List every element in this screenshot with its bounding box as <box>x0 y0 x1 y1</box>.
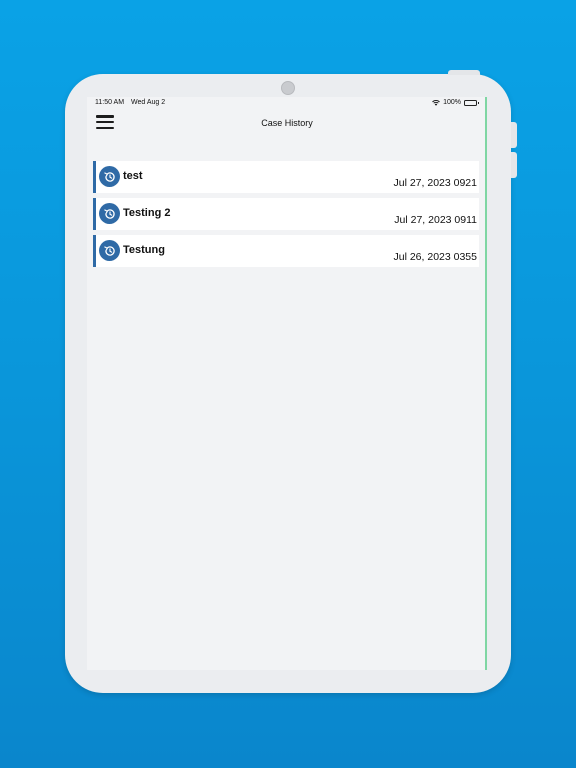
wifi-icon <box>432 99 440 106</box>
tablet-frame: 11:50 AM Wed Aug 2 100% Case History tes… <box>65 70 517 693</box>
status-bar: 11:50 AM Wed Aug 2 100% <box>87 97 487 109</box>
front-camera <box>281 81 295 95</box>
screen-edge-accent <box>485 97 487 670</box>
case-title: test <box>123 170 143 182</box>
history-icon <box>99 166 120 187</box>
case-date: Jul 27, 2023 0911 <box>394 214 477 226</box>
volume-down-button <box>511 152 517 178</box>
page-title: Case History <box>261 118 313 128</box>
battery-icon <box>464 99 479 106</box>
status-date: Wed Aug 2 <box>131 99 166 106</box>
case-row[interactable]: Testung Jul 26, 2023 0355 <box>93 235 479 267</box>
case-title: Testing 2 <box>123 207 171 219</box>
case-row[interactable]: Testing 2 Jul 27, 2023 0911 <box>93 198 479 230</box>
history-icon <box>99 203 120 224</box>
battery-percent: 100% <box>443 99 461 106</box>
case-date: Jul 26, 2023 0355 <box>393 251 478 263</box>
case-list: test Jul 27, 2023 0921 Testing 2 Jul 27,… <box>93 161 479 272</box>
history-icon <box>99 240 120 261</box>
top-button <box>448 70 480 75</box>
navigation-bar: Case History <box>87 109 487 139</box>
status-right: 100% <box>432 99 479 106</box>
status-left: 11:50 AM Wed Aug 2 <box>95 99 170 106</box>
volume-up-button <box>511 122 517 148</box>
app-screen: 11:50 AM Wed Aug 2 100% Case History tes… <box>87 97 487 670</box>
case-row[interactable]: test Jul 27, 2023 0921 <box>93 161 479 193</box>
case-title: Testung <box>123 244 165 256</box>
case-date: Jul 27, 2023 0921 <box>393 177 478 189</box>
status-time: 11:50 AM <box>95 99 125 106</box>
